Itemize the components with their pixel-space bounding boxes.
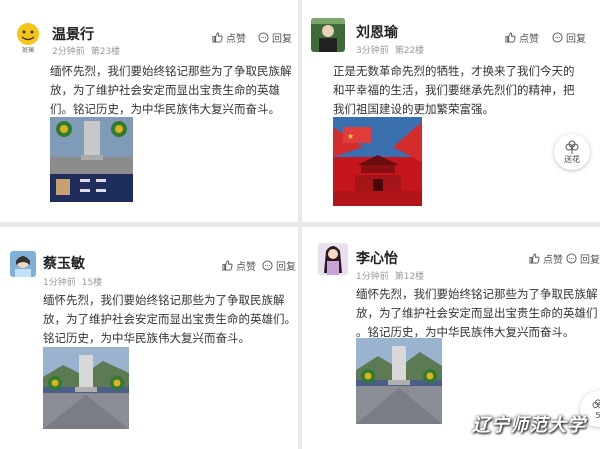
flower-icon (565, 140, 579, 154)
commenter-name[interactable]: 刘恩瑜 (356, 22, 398, 42)
reply-label: 回复 (272, 34, 292, 45)
reply-label: 回复 (580, 255, 600, 266)
comment-image[interactable] (356, 338, 442, 424)
reply-label: 回复 (276, 262, 296, 273)
comment-floor: 15楼 (81, 278, 103, 288)
comment-time: 1分钟前 (356, 272, 389, 282)
avatar[interactable] (318, 243, 348, 275)
comment-text: 正是无数革命先烈的牺牲，才换来了我们今天的 和平幸福的生活，我们要继承先烈们的精… (333, 64, 575, 116)
avatar[interactable] (10, 251, 36, 277)
comment-text: 缅怀先烈，我们要始终铭记那些为了争取民族解 放，为了维护社会安定而显出宝贵生命的… (356, 287, 598, 339)
float-action-label: 5 (595, 410, 600, 420)
comment-time: 3分钟前 (356, 46, 389, 56)
avatar[interactable] (311, 18, 345, 52)
comment-card: 斑斓 温景行 2分钟前 第23楼 点赞 回复 缅怀先烈，我们要始终铭记那些为了争取… (0, 0, 298, 222)
reply-button[interactable]: 回复 (258, 30, 292, 45)
thumbs-up-icon (505, 32, 516, 43)
svg-text:★: ★ (347, 132, 354, 141)
avatar[interactable]: 斑斓 (11, 20, 45, 54)
reply-button[interactable]: 回复 (566, 251, 600, 266)
thumbs-up-icon (212, 32, 223, 43)
commenter-name[interactable]: 蔡玉敏 (43, 253, 85, 273)
watermark: 辽宁师范大学 (472, 415, 586, 436)
like-label: 点赞 (543, 255, 563, 266)
send-flower-button[interactable]: 送花 (554, 134, 590, 170)
reply-button[interactable]: 回复 (262, 258, 296, 273)
commenter-name[interactable]: 温景行 (52, 24, 94, 44)
comment-text: 缅怀先烈，我们要始终铭记那些为了争取民族解 放，为了维护社会安定而显出宝贵生命的… (43, 293, 296, 345)
svg-text:斑斓: 斑斓 (22, 46, 34, 54)
commenter-name[interactable]: 李心怡 (356, 248, 398, 268)
like-button[interactable]: 点赞 (529, 251, 563, 266)
thumbs-up-icon (529, 253, 540, 264)
comment-meta: 2分钟前 第23楼 (52, 44, 126, 57)
like-button[interactable]: 点赞 (212, 30, 246, 45)
reply-button[interactable]: 回复 (552, 30, 586, 45)
flower-icon (592, 398, 600, 408)
comment-card: 蔡玉敏 1分钟前 15楼 点赞 回复 缅怀先烈，我们要始终铭记那些为了争取民族解 … (0, 227, 298, 449)
like-label: 点赞 (519, 34, 539, 45)
comment-image[interactable] (43, 347, 129, 429)
like-button[interactable]: 点赞 (505, 30, 539, 45)
comment-time: 2分钟前 (52, 47, 85, 57)
comment-icon (566, 253, 577, 264)
comment-floor: 第23楼 (90, 47, 121, 57)
comment-icon (552, 32, 563, 43)
comment-time: 1分钟前 (43, 278, 76, 288)
comment-meta: 1分钟前 第12楼 (356, 269, 430, 282)
reply-label: 回复 (566, 34, 586, 45)
comment-meta: 3分钟前 第22楼 (356, 43, 430, 56)
like-label: 点赞 (236, 262, 256, 273)
thumbs-up-icon (222, 260, 233, 271)
comment-floor: 第22楼 (394, 46, 425, 56)
comment-icon (262, 260, 273, 271)
send-flower-label: 送花 (564, 154, 580, 164)
like-label: 点赞 (226, 34, 246, 45)
comment-image[interactable]: ★ (333, 117, 422, 206)
comment-text: 缅怀先烈，我们要始终铭记那些为了争取民族解 放，为了维护社会安定而显出宝贵生命的… (50, 64, 292, 116)
comment-floor: 第12楼 (394, 272, 425, 282)
comment-meta: 1分钟前 15楼 (43, 275, 108, 288)
like-button[interactable]: 点赞 (222, 258, 256, 273)
comment-icon (258, 32, 269, 43)
comment-card: 刘恩瑜 3分钟前 第22楼 点赞 回复 正是无数革命先烈的牺牲，才换来了我们今天的… (302, 0, 600, 222)
comment-image[interactable] (50, 117, 133, 202)
